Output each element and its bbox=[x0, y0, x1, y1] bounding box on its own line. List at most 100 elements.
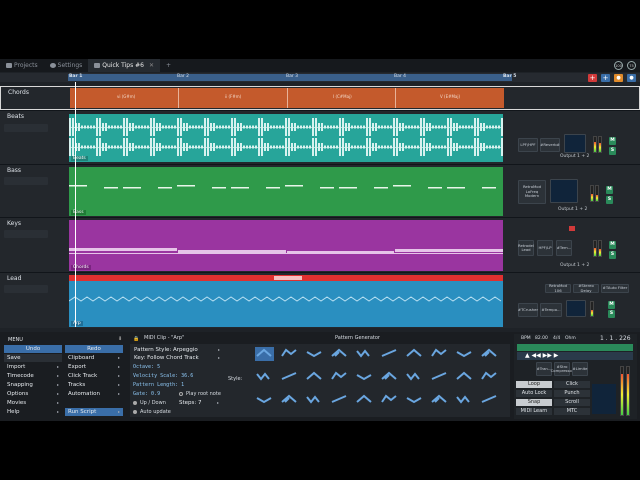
mute-button[interactable]: M bbox=[609, 241, 616, 249]
snapping-menu[interactable]: Snapping bbox=[4, 381, 62, 389]
midi-learn-button[interactable]: MIDI Learn bbox=[516, 408, 552, 415]
master-meter bbox=[620, 366, 624, 416]
track-chords[interactable]: Chords vi (G#m) ii (F#m) I (C#Maj) V (E#… bbox=[0, 86, 640, 110]
plugin-slot[interactable]: #Reverb# bbox=[540, 138, 560, 152]
loop-button[interactable]: Loop bbox=[516, 381, 552, 388]
octave-value[interactable]: Octave: 5 bbox=[133, 364, 160, 370]
timeline-ruler[interactable]: Bar 1 Bar 2 Bar 3 Bar 4 Bar 5 + + ● ● bbox=[0, 73, 640, 82]
redo-button[interactable]: Redo bbox=[65, 345, 123, 353]
track-slot[interactable] bbox=[4, 177, 48, 185]
automation-menu[interactable]: Automation bbox=[65, 390, 123, 398]
plugin-slot[interactable]: #Tempo... bbox=[540, 303, 562, 317]
bpm-value[interactable]: 82.00 bbox=[535, 336, 548, 341]
track-bass[interactable]: Bass Bass RetroMod LoFreq Modern M S Out… bbox=[0, 164, 640, 217]
keys-clip[interactable]: Chords bbox=[69, 220, 503, 271]
punch-button[interactable]: Punch bbox=[554, 390, 590, 397]
master-plugin[interactable]: #Stro Compressor bbox=[551, 362, 573, 376]
pattern-length-value[interactable]: Pattern Length: 1 bbox=[133, 382, 184, 388]
gate-value[interactable]: Gate: 0.9 bbox=[133, 391, 160, 397]
level-meter bbox=[593, 136, 597, 153]
chord-label: V (E#Maj) bbox=[440, 94, 461, 99]
beats-clip[interactable]: Beats bbox=[69, 114, 503, 162]
plugin-slot[interactable]: LPF/HPF bbox=[518, 138, 538, 152]
clip-tools[interactable] bbox=[274, 276, 302, 280]
solo-button[interactable]: S bbox=[608, 310, 615, 318]
options-menu[interactable]: Options bbox=[4, 390, 62, 398]
close-icon[interactable]: ✕ bbox=[149, 62, 154, 69]
direction-radio[interactable] bbox=[133, 401, 137, 405]
mute-button[interactable]: M bbox=[606, 186, 613, 194]
close-icon[interactable]: ⬇ bbox=[118, 336, 122, 342]
add-track-button[interactable]: + bbox=[601, 74, 610, 82]
arp-style-grid[interactable] bbox=[255, 347, 507, 415]
record-arm-icon[interactable] bbox=[569, 226, 575, 231]
track-beats[interactable]: Beats Beats LPF/HPF #Reverb# M S Output … bbox=[0, 110, 640, 164]
save-button[interactable]: Save bbox=[4, 354, 62, 362]
import-menu[interactable]: Import bbox=[4, 363, 62, 371]
tab-quick-tips[interactable]: Quick Tips #6 ✕ bbox=[88, 59, 161, 72]
velocity-scale-value[interactable]: Velocity Scale: 36.6 bbox=[133, 373, 193, 379]
plugin-slot[interactable]: #Tem... bbox=[556, 240, 572, 256]
export-menu[interactable]: Export bbox=[65, 363, 123, 371]
time-signature[interactable]: 4/4 bbox=[553, 336, 560, 341]
plugin-preview[interactable] bbox=[564, 134, 586, 153]
steps-select[interactable]: Steps: 7 bbox=[176, 399, 222, 407]
plugin-slot[interactable]: Retrodel Lead bbox=[518, 240, 534, 256]
key-select[interactable]: Key: Follow Chord Track bbox=[131, 354, 223, 362]
plugin-preview[interactable] bbox=[550, 179, 578, 203]
plugin-slot[interactable]: RetroMod 106 bbox=[545, 283, 571, 293]
track-keys[interactable]: Keys Chords Retrodel Lead HPF/LP #Tem...… bbox=[0, 217, 640, 272]
lock-icon[interactable]: 🔒 bbox=[133, 336, 139, 342]
bass-clip[interactable]: Bass bbox=[69, 167, 503, 216]
lead-clip[interactable]: Arp bbox=[69, 281, 503, 327]
help-menu[interactable]: Help bbox=[4, 408, 62, 416]
zoom-indicator: 75 bbox=[627, 61, 636, 70]
track-lead[interactable]: Lead Arp RetroMod 106 #Stereo Delay #TAu… bbox=[0, 272, 640, 328]
add-tab-button[interactable]: + bbox=[160, 59, 177, 72]
master-plugin[interactable]: #Limite bbox=[572, 362, 588, 376]
solo-button[interactable]: S bbox=[609, 251, 616, 259]
click-button[interactable]: Click bbox=[554, 381, 590, 388]
transport-controls[interactable]: ▲ ◀◀ ▶▶ ▶ bbox=[517, 352, 633, 360]
position-readout[interactable]: 1 . 1 . 226 bbox=[600, 335, 631, 342]
plugin-preview[interactable] bbox=[566, 300, 586, 317]
settings-button[interactable]: ● bbox=[627, 74, 636, 82]
click-track-menu[interactable]: Click Track bbox=[65, 372, 123, 380]
solo-button[interactable]: S bbox=[606, 196, 613, 204]
plugin-slot[interactable]: RetroMod LoFreq Modern bbox=[518, 180, 546, 204]
plugin-slot[interactable]: HPF/LP bbox=[537, 240, 553, 256]
clip-label: Chords bbox=[71, 265, 91, 270]
mute-button[interactable]: M bbox=[609, 137, 616, 145]
bar-5-label: Bar 5 bbox=[503, 74, 517, 79]
snap-button[interactable]: Snap bbox=[516, 399, 552, 406]
track-slot[interactable] bbox=[4, 124, 48, 132]
timecode-menu[interactable]: Timecode bbox=[4, 372, 62, 380]
mute-button[interactable]: M bbox=[608, 301, 615, 309]
plugin-slot[interactable]: #TCrusher bbox=[518, 303, 538, 317]
mtc-button[interactable]: MTC bbox=[554, 408, 590, 415]
playhead[interactable] bbox=[75, 82, 76, 327]
add-track-red-button[interactable]: + bbox=[588, 74, 597, 82]
tab-settings[interactable]: Settings bbox=[44, 59, 89, 72]
track-slot[interactable] bbox=[4, 230, 48, 238]
plugin-slot[interactable]: #Stereo Delay bbox=[573, 283, 599, 293]
auto-update-radio[interactable] bbox=[133, 410, 137, 414]
chord-clip[interactable]: vi (G#m) ii (F#m) I (C#Maj) V (E#Maj) bbox=[70, 88, 504, 108]
master-plugin[interactable]: #Tran... bbox=[536, 362, 552, 376]
pattern-style-select[interactable]: Pattern Style: Arpeggio bbox=[131, 346, 223, 354]
bar-4-label: Bar 4 bbox=[394, 74, 406, 79]
transport-buttons-row[interactable] bbox=[517, 344, 633, 351]
record-button[interactable]: ● bbox=[614, 74, 623, 82]
undo-button[interactable]: Undo bbox=[4, 345, 62, 353]
movies-menu[interactable]: Movies bbox=[4, 399, 62, 407]
solo-button[interactable]: S bbox=[609, 147, 616, 155]
scroll-button[interactable]: Scroll bbox=[554, 399, 590, 406]
tracks-menu[interactable]: Tracks bbox=[65, 381, 123, 389]
run-script-menu[interactable]: Run Script bbox=[65, 408, 123, 416]
tab-projects[interactable]: Projects bbox=[0, 59, 44, 72]
plugin-slot[interactable]: #TAuto Filter bbox=[601, 284, 629, 293]
play-root-checkbox[interactable] bbox=[179, 392, 183, 396]
track-slot[interactable] bbox=[4, 285, 48, 293]
clipboard-menu[interactable]: Clipboard bbox=[65, 354, 123, 362]
auto-lock-button[interactable]: Auto Lock bbox=[516, 390, 552, 397]
